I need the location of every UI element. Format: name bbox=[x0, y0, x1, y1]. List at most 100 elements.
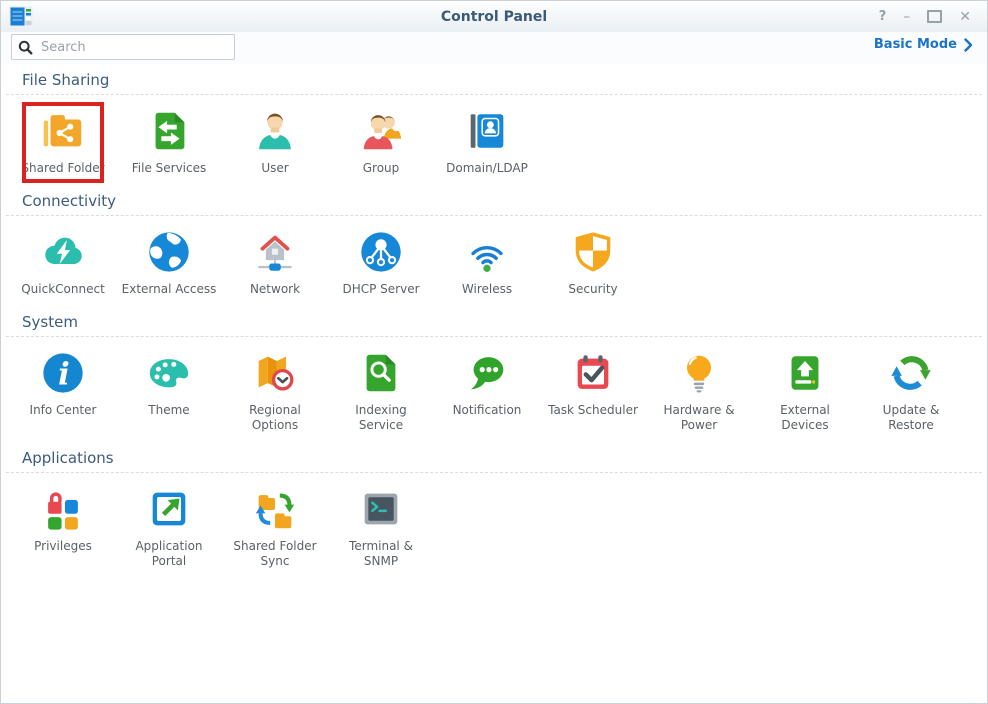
control-panel-item-terminal-snmp[interactable]: Terminal & SNMP bbox=[328, 485, 434, 569]
control-panel-item-file-services[interactable]: File Services bbox=[116, 107, 222, 176]
indexing-service-icon bbox=[357, 349, 405, 397]
quickconnect-icon bbox=[39, 228, 87, 276]
item-label: Wireless bbox=[462, 282, 512, 297]
title-bar: Control Panel ? – ✕ bbox=[1, 1, 987, 32]
item-label: User bbox=[261, 161, 288, 176]
section-items: QuickConnect External Access Network DHC… bbox=[1, 216, 987, 306]
control-panel-item-dhcp-server[interactable]: DHCP Server bbox=[328, 228, 434, 297]
item-label: Regional Options bbox=[226, 403, 324, 433]
control-panel-item-info-center[interactable]: i Info Center bbox=[10, 349, 116, 433]
notification-icon bbox=[463, 349, 511, 397]
shared-folder-icon bbox=[39, 107, 87, 155]
help-button[interactable]: ? bbox=[879, 10, 887, 24]
section-title: File Sharing bbox=[1, 64, 987, 94]
search-icon bbox=[18, 40, 33, 55]
privileges-icon bbox=[39, 485, 87, 533]
control-panel-item-quickconnect[interactable]: QuickConnect bbox=[10, 228, 116, 297]
item-label: Update & Restore bbox=[862, 403, 960, 433]
item-label: Hardware & Power bbox=[650, 403, 748, 433]
external-devices-icon bbox=[781, 349, 829, 397]
minimize-button[interactable]: – bbox=[903, 10, 910, 24]
section-file-sharing: File Sharing Shared Folder File Services… bbox=[1, 64, 987, 185]
info-center-icon: i bbox=[39, 349, 87, 397]
control-panel-item-task-scheduler[interactable]: Task Scheduler bbox=[540, 349, 646, 433]
item-label: Notification bbox=[453, 403, 522, 418]
toolbar: Basic Mode bbox=[1, 32, 987, 64]
item-label: Privileges bbox=[34, 539, 92, 554]
section-title: Applications bbox=[1, 442, 987, 472]
control-panel-item-security[interactable]: Security bbox=[540, 228, 646, 297]
item-label: Theme bbox=[148, 403, 189, 418]
item-label: Shared Folder Sync bbox=[226, 539, 324, 569]
section-title: Connectivity bbox=[1, 185, 987, 215]
control-panel-item-hardware-power[interactable]: Hardware & Power bbox=[646, 349, 752, 433]
item-label: Indexing Service bbox=[332, 403, 430, 433]
section-items: Privileges Application Portal Shared Fol… bbox=[1, 473, 987, 578]
dhcp-server-icon bbox=[357, 228, 405, 276]
file-services-icon bbox=[145, 107, 193, 155]
control-panel-item-external-devices[interactable]: External Devices bbox=[752, 349, 858, 433]
item-label: External Access bbox=[122, 282, 217, 297]
regional-options-icon bbox=[251, 349, 299, 397]
terminal-snmp-icon bbox=[357, 485, 405, 533]
item-label: Domain/LDAP bbox=[446, 161, 528, 176]
section-title: System bbox=[1, 306, 987, 336]
control-panel-item-notification[interactable]: Notification bbox=[434, 349, 540, 433]
section-items: i Info Center Theme Regional Options Ind… bbox=[1, 337, 987, 442]
task-scheduler-icon bbox=[569, 349, 617, 397]
item-label: Application Portal bbox=[120, 539, 218, 569]
item-label: Info Center bbox=[30, 403, 97, 418]
maximize-button[interactable] bbox=[927, 10, 942, 23]
theme-icon bbox=[145, 349, 193, 397]
control-panel-item-regional-options[interactable]: Regional Options bbox=[222, 349, 328, 433]
control-panel-item-shared-folder[interactable]: Shared Folder bbox=[10, 107, 116, 176]
control-panel-item-application-portal[interactable]: Application Portal bbox=[116, 485, 222, 569]
chevron-right-icon bbox=[964, 38, 973, 52]
control-panel-item-privileges[interactable]: Privileges bbox=[10, 485, 116, 569]
basic-mode-label: Basic Mode bbox=[874, 37, 957, 52]
search-input[interactable] bbox=[39, 39, 228, 56]
control-panel-item-shared-folder-sync[interactable]: Shared Folder Sync bbox=[222, 485, 328, 569]
basic-mode-link[interactable]: Basic Mode bbox=[874, 37, 973, 52]
item-label: QuickConnect bbox=[21, 282, 105, 297]
control-panel-item-network[interactable]: Network bbox=[222, 228, 328, 297]
window-controls: ? – ✕ bbox=[879, 10, 987, 24]
item-label: Terminal & SNMP bbox=[332, 539, 430, 569]
search-box[interactable] bbox=[11, 34, 235, 60]
section-system: System i Info Center Theme Regional Opti… bbox=[1, 306, 987, 442]
external-access-icon bbox=[145, 228, 193, 276]
item-label: External Devices bbox=[756, 403, 854, 433]
item-label: DHCP Server bbox=[342, 282, 419, 297]
svg-text:i: i bbox=[58, 357, 70, 393]
control-panel-item-user[interactable]: User bbox=[222, 107, 328, 176]
section-applications: Applications Privileges Application Port… bbox=[1, 442, 987, 578]
control-panel-sections: File Sharing Shared Folder File Services… bbox=[1, 64, 987, 578]
control-panel-item-indexing-service[interactable]: Indexing Service bbox=[328, 349, 434, 433]
network-icon bbox=[251, 228, 299, 276]
control-panel-item-external-access[interactable]: External Access bbox=[116, 228, 222, 297]
group-icon bbox=[357, 107, 405, 155]
item-label: Network bbox=[250, 282, 300, 297]
control-panel-window: Control Panel ? – ✕ Basic Mode File Shar… bbox=[0, 0, 988, 704]
update-restore-icon bbox=[887, 349, 935, 397]
domain-ldap-icon bbox=[463, 107, 511, 155]
item-label: Task Scheduler bbox=[548, 403, 638, 418]
control-panel-app-icon bbox=[9, 6, 33, 27]
item-label: Group bbox=[363, 161, 400, 176]
control-panel-item-domain-ldap[interactable]: Domain/LDAP bbox=[434, 107, 540, 176]
item-label: Shared Folder bbox=[21, 161, 104, 176]
control-panel-item-group[interactable]: Group bbox=[328, 107, 434, 176]
user-icon bbox=[251, 107, 299, 155]
security-icon bbox=[569, 228, 617, 276]
application-portal-icon bbox=[145, 485, 193, 533]
wireless-icon bbox=[463, 228, 511, 276]
window-title: Control Panel bbox=[1, 9, 987, 25]
hardware-power-icon bbox=[675, 349, 723, 397]
close-button[interactable]: ✕ bbox=[959, 10, 971, 24]
control-panel-item-wireless[interactable]: Wireless bbox=[434, 228, 540, 297]
shared-folder-sync-icon bbox=[251, 485, 299, 533]
item-label: Security bbox=[568, 282, 617, 297]
control-panel-item-update-restore[interactable]: Update & Restore bbox=[858, 349, 964, 433]
item-label: File Services bbox=[132, 161, 207, 176]
control-panel-item-theme[interactable]: Theme bbox=[116, 349, 222, 433]
